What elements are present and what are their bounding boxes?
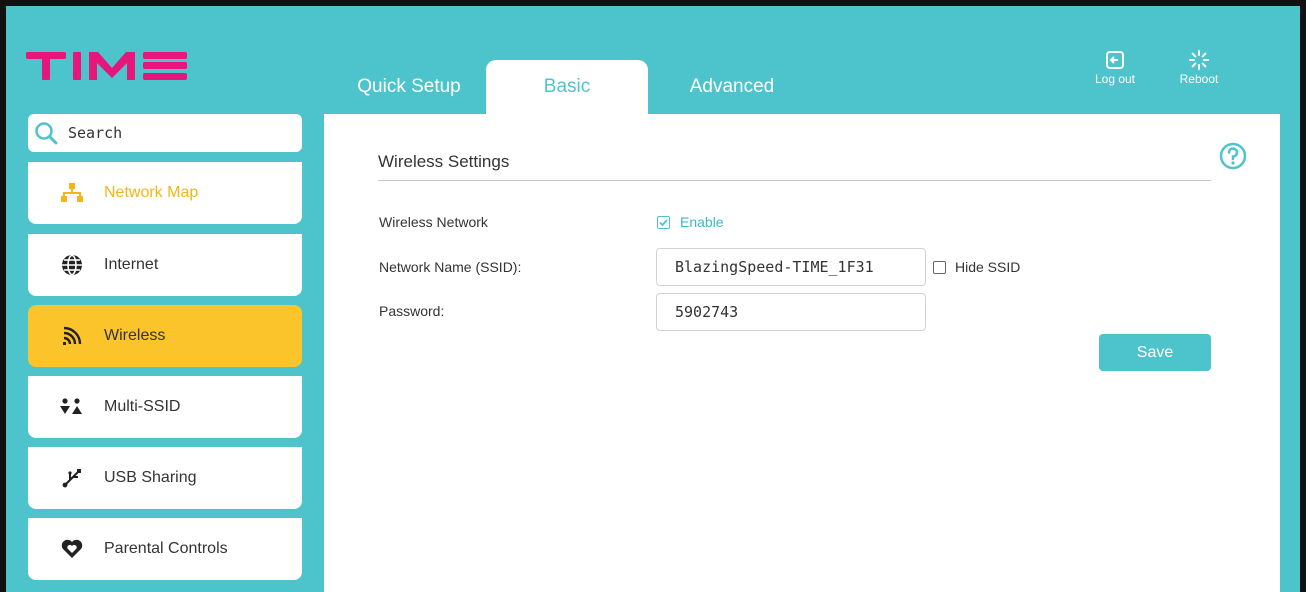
tab-basic[interactable]: Basic [486,60,648,114]
password-field[interactable]: 5902743 [656,293,926,331]
sidebar-item-label: Network Map [104,184,199,201]
sidebar-item-usb-sharing[interactable]: USB Sharing [28,447,302,509]
sidebar-item-parental-controls[interactable]: Parental Controls [28,518,302,580]
reboot-icon [1189,50,1209,70]
sidebar-item-label: Internet [104,256,159,273]
reboot-button[interactable]: Reboot [1169,50,1229,86]
page-title: Wireless Settings [378,152,510,171]
tab-quick-setup[interactable]: Quick Setup [332,60,486,114]
save-button[interactable]: Save [1099,334,1211,371]
sidebar-item-label: USB Sharing [104,469,197,486]
search-icon [35,122,58,145]
sidebar-item-label: Parental Controls [104,540,228,557]
globe-icon [58,253,86,277]
checkmark-icon [659,219,668,227]
wireless-network-label: Wireless Network [379,214,488,230]
sidebar-item-network-map[interactable]: Network Map [28,162,302,224]
tab-advanced[interactable]: Advanced [648,60,816,114]
hide-ssid-checkbox[interactable] [933,261,946,274]
logout-label: Log out [1094,72,1136,86]
ssid-field[interactable]: BlazingSpeed-TIME_1F31 [656,248,926,286]
sidebar-item-internet[interactable]: Internet [28,234,302,296]
wifi-icon [58,324,86,348]
section-divider [378,180,1211,181]
sidebar-item-label: Wireless [104,327,166,344]
enable-checkbox[interactable] [657,216,670,229]
sidebar-item-multi-ssid[interactable]: Multi-SSID [28,376,302,438]
sidebar-item-wireless[interactable]: Wireless [28,305,302,367]
help-icon[interactable] [1218,141,1248,171]
time-logo [26,52,187,80]
sidebar-item-label: Multi-SSID [104,398,181,415]
reboot-label: Reboot [1179,72,1219,86]
search-label: Search [68,124,123,142]
enable-label[interactable]: Enable [680,214,724,230]
password-label: Password: [379,303,445,319]
hide-ssid-label[interactable]: Hide SSID [955,259,1020,275]
users-icon [58,395,86,419]
search-input[interactable]: Search [28,114,302,152]
usb-icon [58,466,86,490]
logout-icon [1106,51,1124,69]
ssid-label: Network Name (SSID): [379,259,522,275]
network-map-icon [58,181,86,205]
router-admin-window: Quick Setup Basic Advanced Log out Reboo… [0,0,1306,592]
heart-icon [58,537,86,561]
logout-button[interactable]: Log out [1085,50,1145,86]
